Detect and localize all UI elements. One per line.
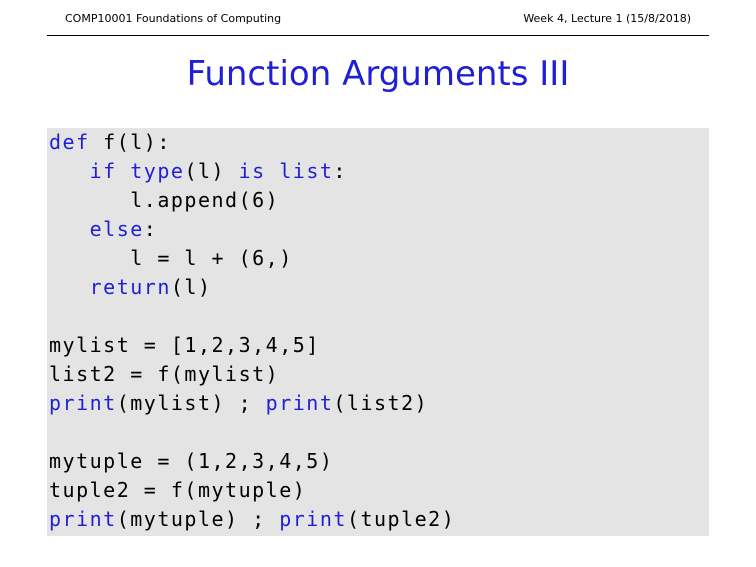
code-line: return(l) [49,273,212,302]
code-line: l.append(6) [49,186,279,215]
code-text: mylist = [1,2,3,4,5] [49,333,320,357]
code-text: (mylist) ; [116,391,266,415]
slide: COMP10001 Foundations of Computing Week … [0,0,756,567]
slide-title: Function Arguments III [186,54,570,94]
code-keyword: print [49,391,117,415]
code-line: l = l + (6,) [49,244,293,273]
code-line: if type(l) is list: [49,157,347,186]
code-line: print(mylist) ; print(list2) [49,389,428,418]
code-text: l = l + (6,) [49,246,293,270]
code-keyword: type [130,159,185,183]
code-text: (list2) [333,391,429,415]
code-text: list2 = f(mylist) [49,362,280,386]
code-line: print(mytuple) ; print(tuple2) [49,505,455,534]
code-keyword: print [279,507,347,531]
code-keyword: return [89,275,171,299]
code-text: (l) [184,159,239,183]
code-text: tuple2 = f(mytuple) [49,478,307,502]
code-text: l.append(6) [49,188,280,212]
code-keyword: def [49,130,90,154]
code-line: mytuple = (1,2,3,4,5) [49,447,333,476]
code-text: mytuple = (1,2,3,4,5) [49,449,334,473]
code-line: def f(l): [49,128,171,157]
course-name: COMP10001 Foundations of Computing [65,12,282,25]
code-line: else: [49,215,157,244]
code-text: (tuple2) [346,507,456,531]
code-text: : [143,217,158,241]
code-line: list2 = f(mylist) [49,360,279,389]
code-keyword: print [49,507,117,531]
code-line: mylist = [1,2,3,4,5] [49,331,320,360]
code-keyword: if [89,159,117,183]
code-keyword: list [279,159,334,183]
code-text: : [333,159,347,183]
slide-header: COMP10001 Foundations of Computing Week … [47,0,709,36]
code-text: f(l): [89,130,171,154]
code-line: tuple2 = f(mytuple) [49,476,306,505]
lecture-info: Week 4, Lecture 1 (15/8/2018) [523,12,691,25]
code-keyword: else [89,217,144,241]
code-block: def f(l): if type(l) is list: l.append(6… [47,128,709,536]
code-text: (mytuple) ; [116,507,280,531]
code-keyword: is [238,159,266,183]
code-keyword: print [265,391,334,415]
code-text: (l) [170,275,212,299]
